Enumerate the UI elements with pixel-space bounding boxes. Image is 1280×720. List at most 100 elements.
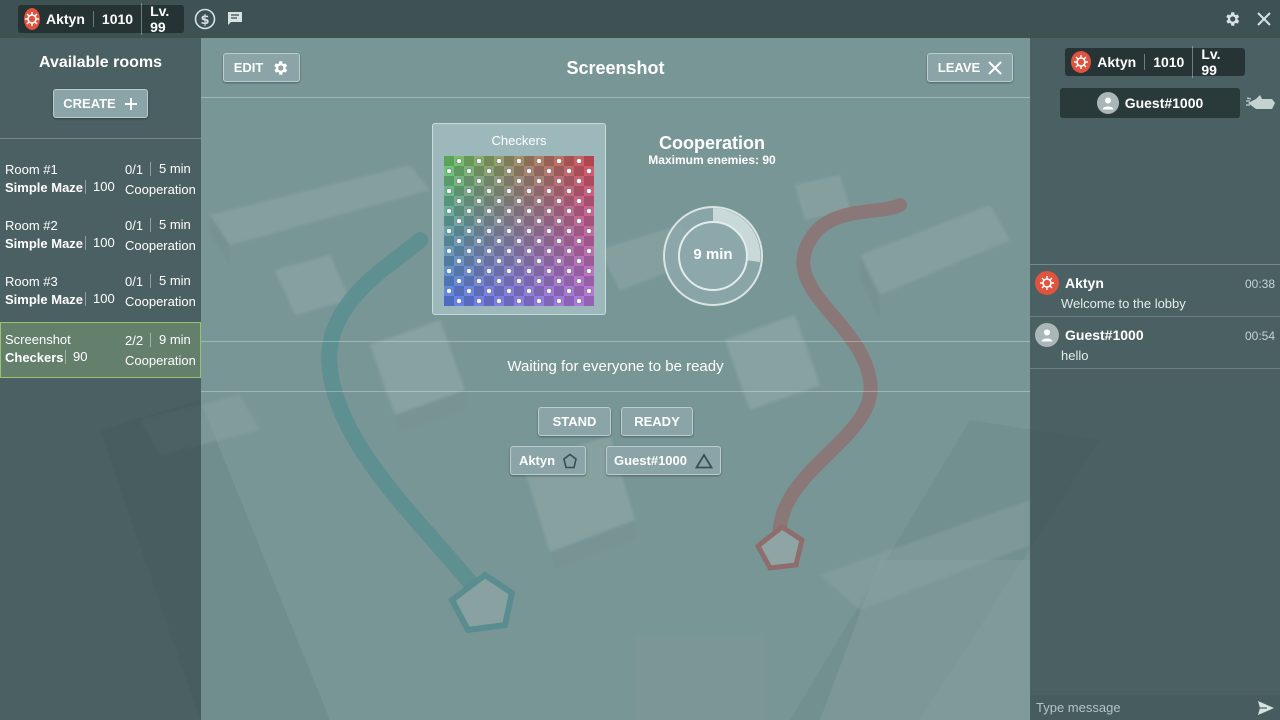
- map-enemy-dot: [586, 228, 592, 234]
- map-enemy-dot: [526, 268, 532, 274]
- map-enemy-dot: [586, 248, 592, 254]
- map-enemy-dot: [566, 268, 572, 274]
- map-tile: [544, 176, 554, 186]
- leave-label: LEAVE: [937, 60, 981, 75]
- ready-button[interactable]: READY: [621, 407, 693, 436]
- map-enemy-dot: [586, 288, 592, 294]
- pentagon-icon: [563, 453, 577, 468]
- game-mode: Cooperation: [659, 133, 765, 153]
- map-name: Checkers: [491, 133, 547, 148]
- room-enemies: 100: [85, 292, 115, 306]
- room-list-item[interactable]: Room #3 Simple Maze 100 0/1 5 min Cooper…: [0, 268, 201, 324]
- map-enemy-dot: [516, 298, 522, 304]
- map-tile: [484, 176, 494, 186]
- map-tile: [514, 226, 524, 236]
- lobby-panel: Aktyn 1010 Lv. 99 Guest#1000 Aktyn 00:38…: [1030, 38, 1280, 720]
- guest-user-pill[interactable]: Guest#1000: [1060, 88, 1240, 118]
- room-list-item[interactable]: Room #1 Simple Maze 100 0/1 5 min Cooper…: [0, 156, 201, 212]
- ship-preview-button[interactable]: [1245, 91, 1277, 115]
- map-enemy-dot: [456, 198, 462, 204]
- user-profile-pill[interactable]: Aktyn 1010 Lv. 99: [18, 3, 184, 35]
- map-tile: [514, 166, 524, 176]
- map-enemy-dot: [446, 188, 452, 194]
- close-button[interactable]: [1254, 9, 1274, 29]
- chat-toggle-button[interactable]: [225, 9, 245, 29]
- map-enemy-dot: [476, 158, 482, 164]
- chat-message-input[interactable]: [1030, 695, 1252, 720]
- map-tile: [514, 246, 524, 256]
- player-chip[interactable]: Aktyn: [510, 446, 586, 475]
- close-icon: [1257, 12, 1271, 26]
- room-list-item[interactable]: Room #2 Simple Maze 100 0/1 5 min Cooper…: [0, 212, 201, 268]
- map-tile: [494, 186, 504, 196]
- map-enemy-dot: [556, 238, 562, 244]
- map-tile: [534, 246, 544, 256]
- map-enemy-dot: [536, 158, 542, 164]
- room-enemies: 90: [65, 350, 87, 364]
- map-tile: [514, 286, 524, 296]
- chat-input-bar: [1030, 695, 1280, 720]
- map-enemy-dot: [556, 178, 562, 184]
- map-enemy-dot: [546, 288, 552, 294]
- message-author: Aktyn: [1065, 275, 1104, 291]
- map-tile: [464, 156, 474, 166]
- map-tile: [534, 226, 544, 236]
- map-tile: [584, 276, 594, 286]
- map-preview-card[interactable]: Checkers: [432, 123, 606, 315]
- map-tile: [484, 256, 494, 266]
- shop-button[interactable]: $: [194, 8, 216, 30]
- gear-icon: [1226, 12, 1240, 26]
- stand-button[interactable]: STAND: [538, 407, 611, 436]
- map-tile: [534, 286, 544, 296]
- user-avatar: [1071, 51, 1092, 73]
- map-tile: [504, 196, 514, 206]
- room-map: Checkers: [5, 350, 64, 365]
- map-tile: [574, 246, 584, 256]
- send-button[interactable]: [1252, 695, 1280, 720]
- map-enemy-dot: [526, 188, 532, 194]
- map-tile: [504, 276, 514, 286]
- map-tile: [444, 256, 454, 266]
- room-map: Simple Maze: [5, 236, 84, 251]
- create-room-button[interactable]: CREATE: [53, 89, 148, 118]
- room-enemies: 100: [85, 180, 115, 194]
- send-icon: [1258, 700, 1274, 715]
- map-tile: [564, 276, 574, 286]
- map-tile: [504, 256, 514, 266]
- settings-button[interactable]: [1222, 9, 1242, 29]
- map-enemy-dot: [576, 238, 582, 244]
- map-preview-image: [444, 156, 594, 306]
- map-enemy-dot: [516, 178, 522, 184]
- map-enemy-dot: [476, 218, 482, 224]
- map-tile: [574, 266, 584, 276]
- player-name: Guest#1000: [614, 453, 687, 468]
- map-enemy-dot: [506, 168, 512, 174]
- map-enemy-dot: [546, 248, 552, 254]
- map-enemy-dot: [466, 288, 472, 294]
- map-tile: [584, 196, 594, 206]
- map-tile: [554, 206, 564, 216]
- map-tile: [474, 266, 484, 276]
- map-tile: [474, 166, 484, 176]
- map-tile: [554, 246, 564, 256]
- status-text: Waiting for everyone to be ready: [507, 358, 724, 375]
- player-chip[interactable]: Guest#1000: [606, 446, 721, 475]
- message-text: hello: [1061, 348, 1089, 363]
- map-enemy-dot: [456, 158, 462, 164]
- ship-icon: [1074, 55, 1089, 69]
- room-list-item-selected[interactable]: Screenshot Checkers 90 2/2 9 min Coopera…: [0, 322, 201, 378]
- guest-avatar: [1096, 92, 1119, 114]
- map-tile: [524, 256, 534, 266]
- room-players: 2/2: [125, 333, 144, 348]
- level: Lv. 99: [1192, 46, 1245, 78]
- map-enemy-dot: [576, 298, 582, 304]
- map-tile: [554, 286, 564, 296]
- user-profile-pill[interactable]: Aktyn 1010 Lv. 99: [1065, 46, 1245, 78]
- leave-room-button[interactable]: LEAVE: [927, 53, 1013, 82]
- map-enemy-dot: [506, 268, 512, 274]
- map-tile: [464, 296, 474, 306]
- map-tile: [504, 216, 514, 226]
- map-tile: [584, 176, 594, 186]
- map-enemy-dot: [576, 178, 582, 184]
- map-tile: [494, 246, 504, 256]
